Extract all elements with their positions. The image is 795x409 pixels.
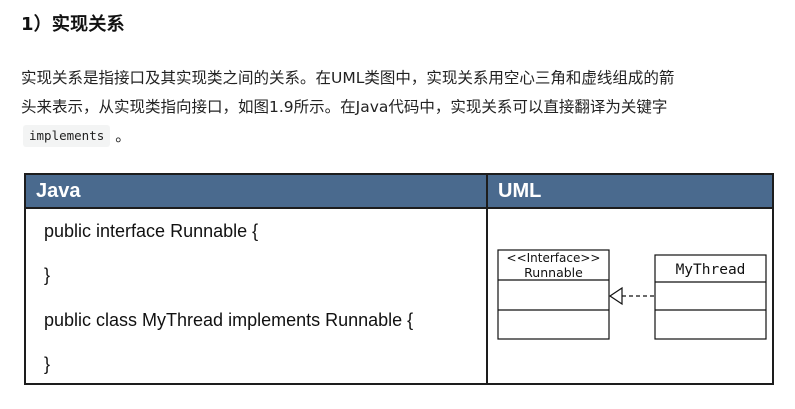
- uml-column-header: UML: [498, 180, 542, 202]
- figure-header-row: Java UML: [26, 175, 772, 209]
- realization-figure: Java UML public interface Runnable { } p…: [24, 173, 774, 385]
- uml-class-name: MyThread: [676, 262, 746, 278]
- uml-class-box: MyThread: [654, 254, 767, 340]
- uml-interface-stereotype: <<Interface>>: [507, 251, 601, 265]
- code-line-4: }: [44, 354, 51, 374]
- paragraph-line-2: 头来表示，从实现类指向接口，如图1.9所示。在Java代码中，实现关系可以直接翻…: [21, 98, 668, 116]
- section-heading: 1）实现关系: [21, 14, 125, 35]
- description-paragraph: 实现关系是指接口及其实现类之间的关系。在UML类图中，实现关系用空心三角和虚线组…: [21, 64, 781, 151]
- uml-diagram: <<Interface>> Runnable MyThread: [497, 249, 767, 340]
- java-column-header: Java: [36, 180, 81, 202]
- column-divider: [486, 175, 488, 383]
- code-line-2: }: [44, 265, 51, 285]
- paragraph-line-3: implements 。: [21, 122, 781, 151]
- uml-interface-box: <<Interface>> Runnable: [497, 249, 610, 340]
- inline-code-implements: implements: [23, 125, 111, 147]
- paragraph-line-1: 实现关系是指接口及其实现类之间的关系。在UML类图中，实现关系用空心三角和虚线组…: [21, 69, 675, 87]
- uml-interface-name: Runnable: [524, 265, 583, 280]
- paragraph-end-mark: 。: [115, 127, 131, 145]
- code-line-3: public class MyThread implements Runnabl…: [44, 310, 414, 330]
- code-line-1: public interface Runnable {: [44, 221, 259, 241]
- uml-realization-arrow: [608, 286, 655, 306]
